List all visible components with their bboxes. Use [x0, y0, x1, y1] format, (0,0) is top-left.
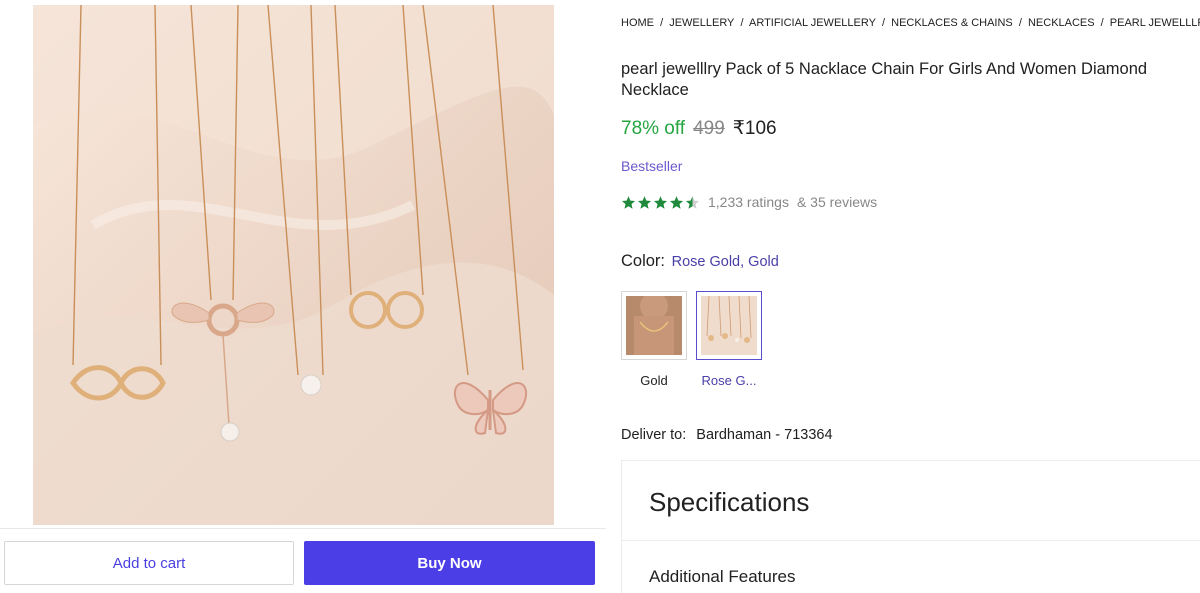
specifications-panel: Specifications Additional Features	[621, 460, 1200, 593]
swatch-gold-thumbnail	[626, 292, 682, 355]
ratings-count: 1,233 ratings	[708, 194, 789, 210]
breadcrumb-separator: /	[1018, 17, 1022, 29]
rating-row[interactable]: 1,233 ratings & 35 reviews	[621, 194, 877, 210]
price-row: 78% off 499 ₹106	[621, 117, 777, 140]
breadcrumb-home[interactable]: HOME	[621, 17, 654, 29]
color-swatch-rose-gold[interactable]	[696, 291, 762, 360]
buy-now-button[interactable]: Buy Now	[304, 541, 595, 585]
star-half-icon	[685, 195, 700, 209]
breadcrumb-current: PEARL JEWELLLRY NECK	[1109, 17, 1200, 29]
star-icon	[669, 195, 684, 209]
breadcrumb-separator: /	[882, 17, 886, 29]
deliver-to-label: Deliver to:	[621, 427, 687, 443]
delivery-location[interactable]: Deliver to: Bardhaman - 713364	[621, 427, 833, 443]
necklace-illustration	[33, 5, 554, 525]
color-option-gold-label: Gold	[640, 373, 668, 388]
star-icon	[637, 195, 652, 209]
breadcrumb-artificial-jewellery[interactable]: ARTIFICIAL JEWELLERY	[749, 17, 876, 29]
color-selector-label: Color: Rose Gold, Gold	[621, 252, 779, 271]
product-gallery: Add to cart Buy Now	[0, 0, 606, 593]
swatch-rose-gold-thumbnail	[701, 295, 757, 355]
breadcrumb-separator: /	[660, 17, 664, 29]
add-to-cart-button[interactable]: Add to cart	[4, 541, 294, 585]
discount-percent: 78% off	[621, 118, 686, 139]
delivery-address: Bardhaman - 713364	[696, 427, 833, 443]
breadcrumb: HOME / JEWELLERY / ARTIFICIAL JEWELLERY …	[621, 17, 1200, 29]
color-swatch-gold[interactable]	[621, 291, 687, 360]
color-label: Color:	[621, 252, 666, 270]
final-price: ₹106	[732, 118, 777, 139]
product-image[interactable]	[33, 5, 554, 525]
breadcrumb-separator: /	[740, 17, 744, 29]
breadcrumb-jewellery[interactable]: JEWELLERY	[669, 17, 734, 29]
breadcrumb-separator: /	[1100, 17, 1104, 29]
original-price: 499	[693, 118, 725, 139]
breadcrumb-necklaces-chains[interactable]: NECKLACES & CHAINS	[891, 17, 1013, 29]
product-details: HOME / JEWELLERY / ARTIFICIAL JEWELLERY …	[621, 0, 1200, 593]
product-title: pearl jewelllry Pack of 5 Nacklace Chain…	[621, 60, 1148, 99]
star-icon	[621, 195, 636, 209]
specifications-heading: Specifications	[649, 487, 810, 517]
breadcrumb-necklaces[interactable]: NECKLACES	[1028, 17, 1095, 29]
divider	[622, 540, 1200, 541]
additional-features-heading[interactable]: Additional Features	[649, 567, 795, 587]
color-value: Rose Gold, Gold	[671, 254, 779, 270]
star-icon	[653, 195, 668, 209]
purchase-action-bar: Add to cart Buy Now	[0, 528, 606, 593]
reviews-count: & 35 reviews	[796, 194, 878, 210]
color-option-rose-gold-label: Rose G...	[701, 373, 757, 388]
star-rating	[621, 195, 700, 210]
bestseller-badge: Bestseller	[621, 158, 683, 174]
